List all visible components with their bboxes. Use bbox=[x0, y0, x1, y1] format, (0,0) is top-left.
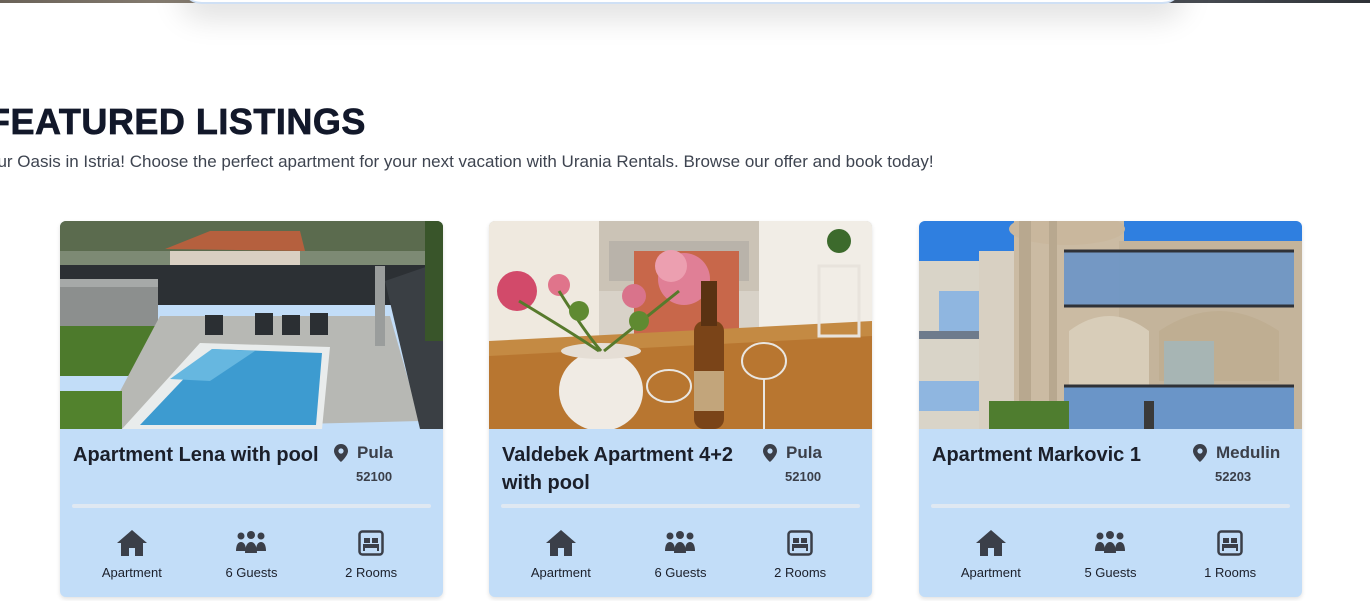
feature-rooms: 1 Rooms bbox=[1175, 529, 1285, 580]
home-icon bbox=[545, 530, 576, 556]
feature-rooms-label: 2 Rooms bbox=[345, 565, 398, 580]
feature-rooms: 2 Rooms bbox=[316, 529, 426, 580]
map-pin-icon bbox=[763, 444, 777, 462]
listing-features: Apartment 6 Guests 2 Rooms bbox=[501, 529, 860, 580]
listing-city: Medulin bbox=[1216, 443, 1281, 462]
map-pin-icon bbox=[1193, 444, 1207, 462]
listing-photo[interactable] bbox=[489, 221, 872, 429]
feature-rooms: 2 Rooms bbox=[745, 529, 855, 580]
feature-guests: 6 Guests bbox=[196, 529, 306, 580]
home-icon bbox=[975, 530, 1006, 556]
feature-guests-label: 6 Guests bbox=[225, 565, 278, 580]
feature-guests: 6 Guests bbox=[625, 529, 735, 580]
divider bbox=[931, 504, 1290, 508]
feature-type: Apartment bbox=[77, 529, 187, 580]
feature-guests-label: 5 Guests bbox=[1084, 565, 1137, 580]
listing-features: Apartment 6 Guests 2 Rooms bbox=[72, 529, 431, 580]
search-panel-edge bbox=[180, 0, 1184, 4]
feature-guests: 5 Guests bbox=[1055, 529, 1165, 580]
listing-features: Apartment 5 Guests 1 Rooms bbox=[931, 529, 1290, 580]
listing-zip: 52100 bbox=[785, 469, 822, 484]
page: FEATURED LISTINGS our Oasis in Istria! C… bbox=[0, 0, 1370, 601]
home-icon bbox=[116, 530, 147, 556]
listing-location: Pula 52100 bbox=[763, 443, 858, 484]
listing-info: Apartment Markovic 1 Medulin 52203 Apart… bbox=[919, 429, 1302, 597]
divider bbox=[501, 504, 860, 508]
feature-rooms-label: 2 Rooms bbox=[774, 565, 827, 580]
feature-rooms-label: 1 Rooms bbox=[1204, 565, 1257, 580]
listing-location: Medulin 52203 bbox=[1193, 443, 1288, 484]
feature-type-label: Apartment bbox=[530, 565, 591, 580]
feature-type-label: Apartment bbox=[101, 565, 162, 580]
bed-icon bbox=[358, 530, 384, 556]
listing-title[interactable]: Valdebek Apartment 4+2 with pool bbox=[502, 441, 757, 497]
users-icon bbox=[665, 531, 696, 553]
listing-card[interactable]: Apartment Lena with pool Pula 52100 Apar… bbox=[60, 221, 443, 597]
divider bbox=[72, 504, 431, 508]
listing-zip: 52203 bbox=[1215, 469, 1252, 484]
listing-city: Pula bbox=[357, 443, 393, 462]
bed-icon bbox=[787, 530, 813, 556]
bed-icon bbox=[1217, 530, 1243, 556]
listing-info: Apartment Lena with pool Pula 52100 Apar… bbox=[60, 429, 443, 597]
listing-card[interactable]: Apartment Markovic 1 Medulin 52203 Apart… bbox=[919, 221, 1302, 597]
feature-type: Apartment bbox=[506, 529, 616, 580]
section-intro: our Oasis in Istria! Choose the perfect … bbox=[0, 152, 934, 171]
feature-guests-label: 6 Guests bbox=[654, 565, 707, 580]
listing-photo[interactable] bbox=[919, 221, 1302, 429]
listing-title[interactable]: Apartment Markovic 1 bbox=[932, 441, 1187, 469]
map-pin-icon bbox=[334, 444, 348, 462]
listing-photo[interactable] bbox=[60, 221, 443, 429]
listing-location: Pula 52100 bbox=[334, 443, 429, 484]
feature-type-label: Apartment bbox=[960, 565, 1021, 580]
listing-zip: 52100 bbox=[356, 469, 393, 484]
users-icon bbox=[236, 531, 267, 553]
users-icon bbox=[1095, 531, 1126, 553]
listing-title[interactable]: Apartment Lena with pool bbox=[73, 441, 328, 469]
section-title: FEATURED LISTINGS bbox=[0, 101, 366, 143]
listing-info: Valdebek Apartment 4+2 with pool Pula 52… bbox=[489, 429, 872, 597]
listing-city: Pula bbox=[786, 443, 822, 462]
listing-card[interactable]: Valdebek Apartment 4+2 with pool Pula 52… bbox=[489, 221, 872, 597]
feature-type: Apartment bbox=[936, 529, 1046, 580]
